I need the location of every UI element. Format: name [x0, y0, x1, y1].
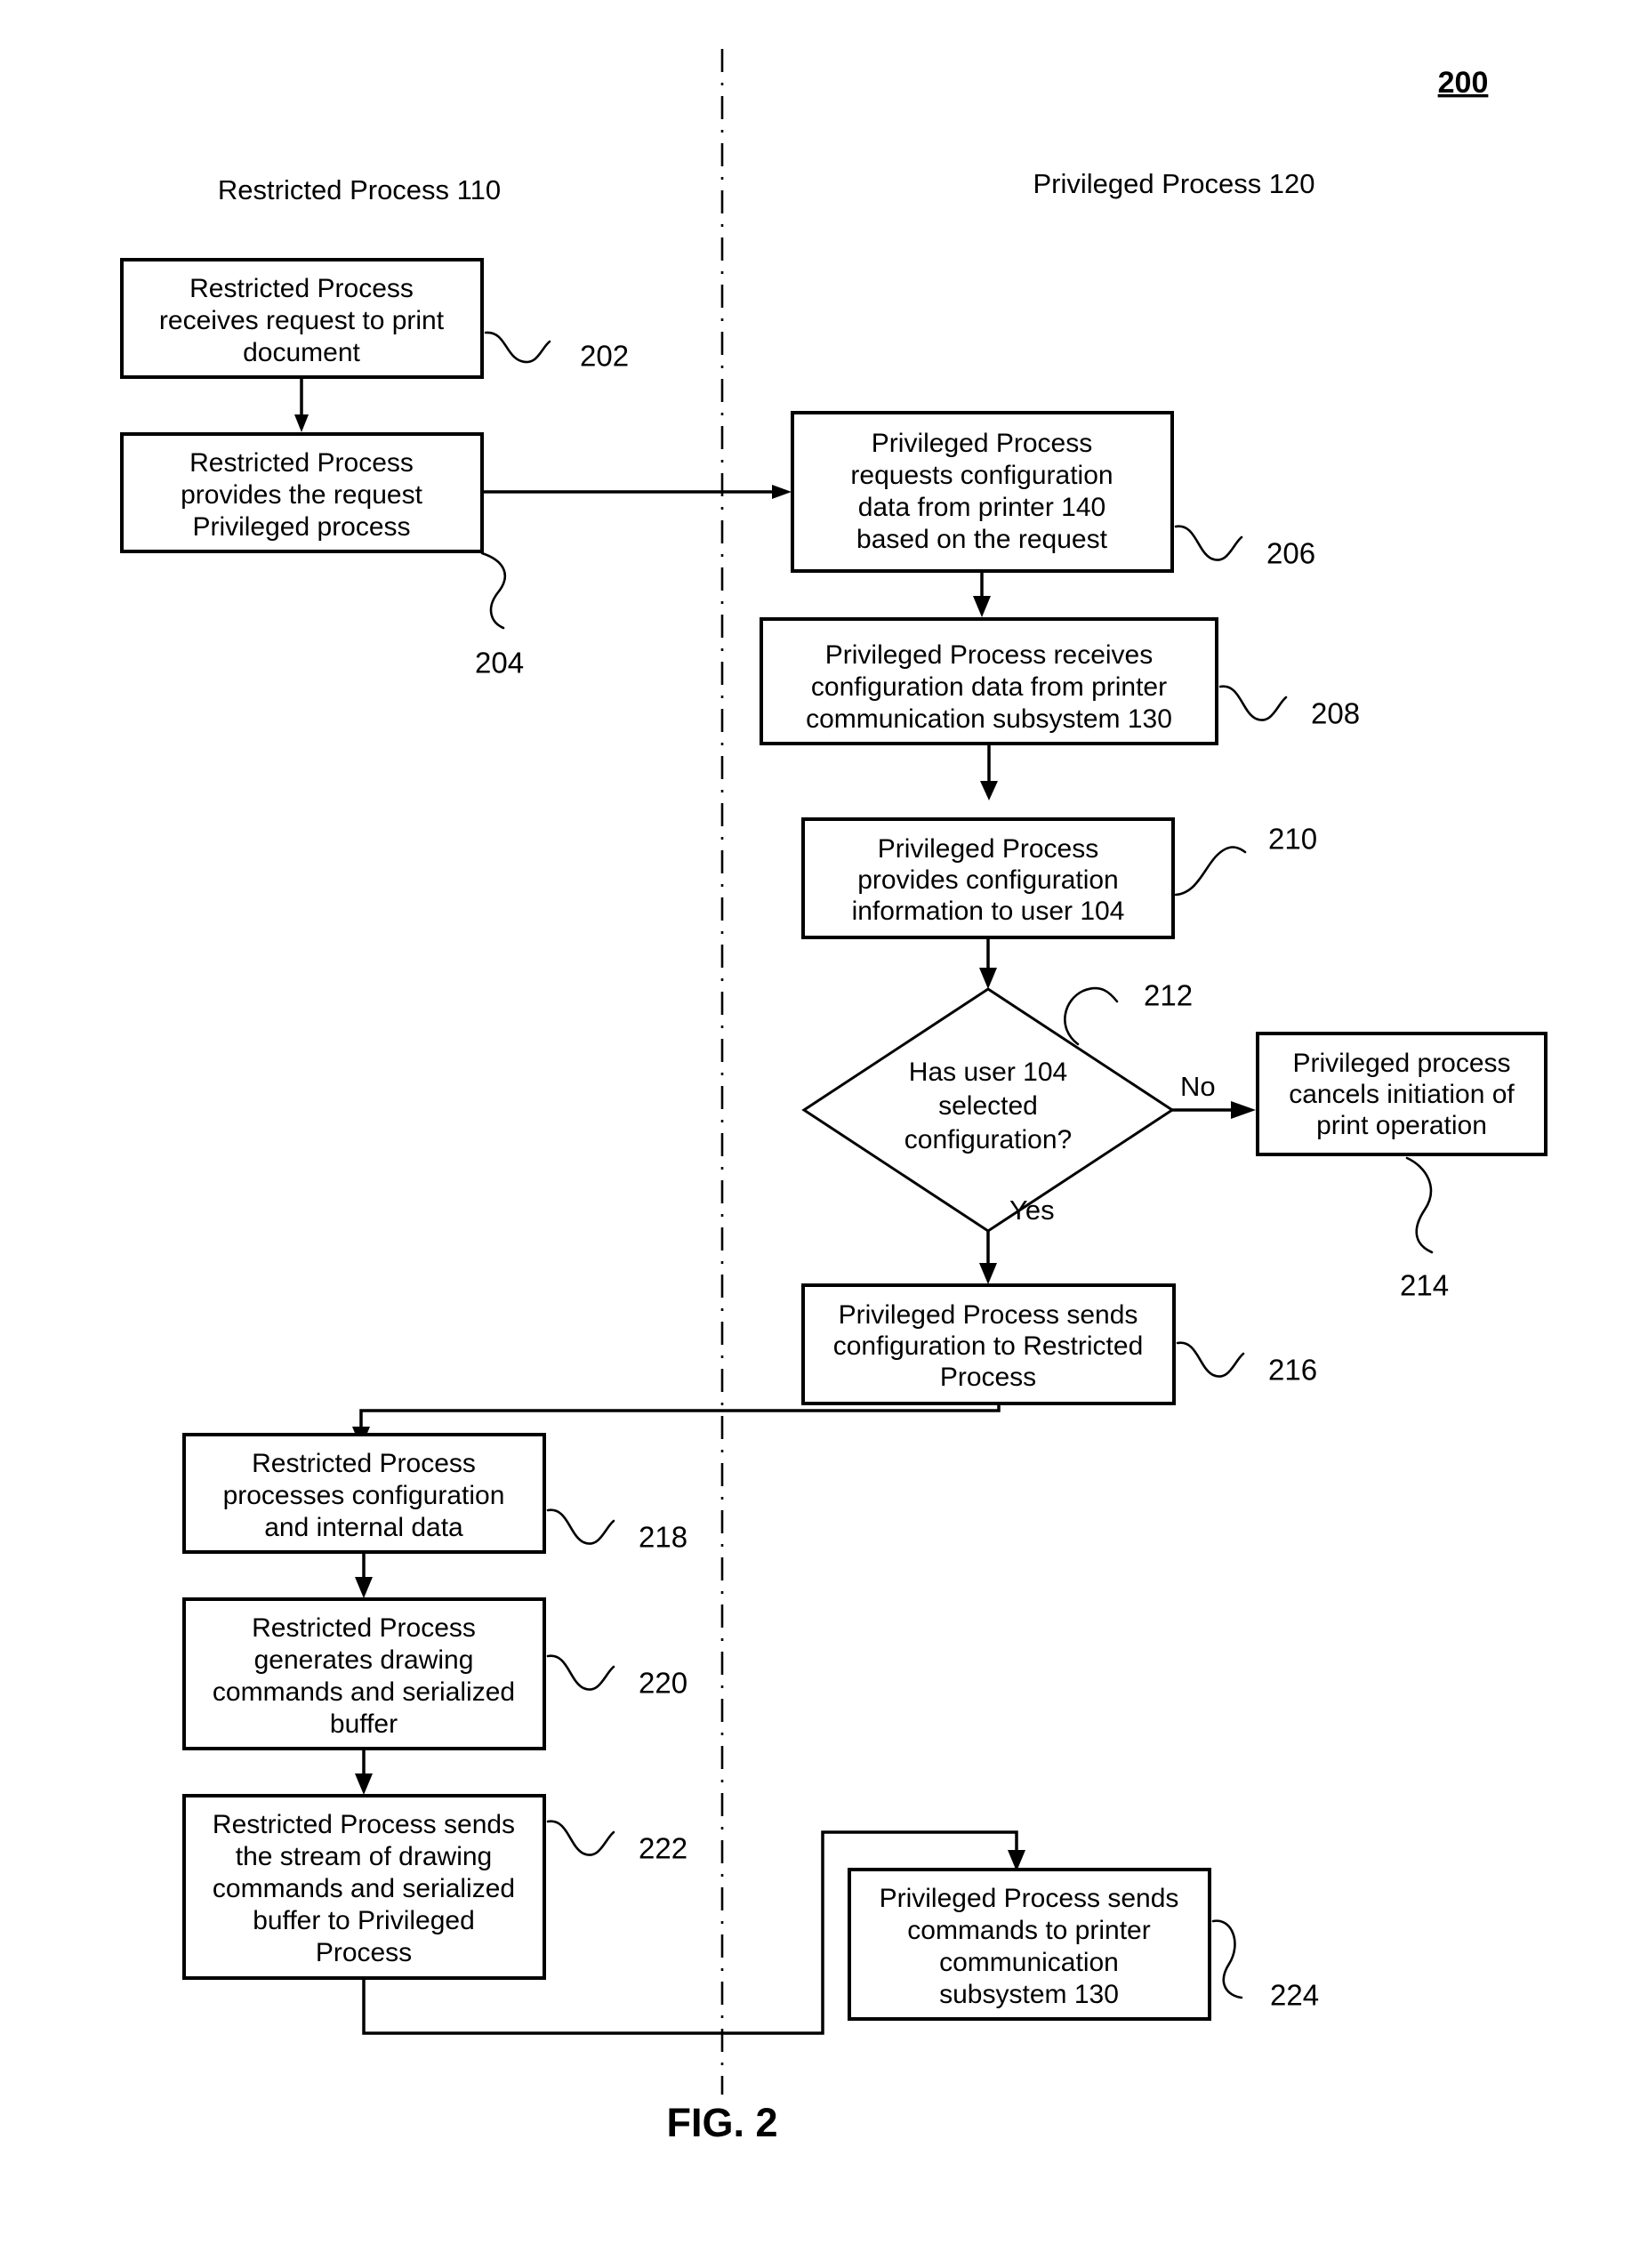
- node-218-line-1: Restricted Process: [252, 1449, 476, 1478]
- node-214-line-1: Privileged process: [1292, 1049, 1510, 1078]
- node-218-line-2: processes configuration: [223, 1481, 505, 1510]
- node-222-line-4: buffer to Privileged: [253, 1906, 475, 1935]
- leader-220: [546, 1654, 615, 1691]
- node-222-line-5: Process: [316, 1938, 412, 1967]
- node-206-line-3: data from printer 140: [858, 493, 1105, 522]
- ref-number-204: 204: [475, 647, 524, 680]
- node-222-line-1: Restricted Process sends: [213, 1810, 515, 1839]
- node-220-line-1: Restricted Process: [252, 1613, 476, 1643]
- node-212-line-1: Has user 104: [909, 1058, 1067, 1087]
- leader-212: [1064, 986, 1119, 1046]
- node-224[interactable]: Privileged Process sends commands to pri…: [848, 1868, 1211, 2021]
- node-210-line-1: Privileged Process: [878, 834, 1098, 864]
- node-220[interactable]: Restricted Process generates drawing com…: [182, 1597, 546, 1750]
- node-222-line-2: the stream of drawing: [236, 1842, 492, 1871]
- node-212[interactable]: Has user 104 selected configuration?: [801, 987, 1175, 1233]
- node-208-line-1: Privileged Process receives: [825, 640, 1153, 670]
- node-224-line-4: subsystem 130: [939, 1980, 1119, 2009]
- node-220-line-3: commands and serialized: [213, 1677, 515, 1707]
- connector-220-222: [355, 1749, 373, 1795]
- node-202-line-3: document: [243, 338, 360, 367]
- node-202[interactable]: Restricted Process receives request to p…: [120, 258, 484, 379]
- connector-208-210: [980, 744, 998, 800]
- ref-number-212: 212: [1144, 979, 1193, 1012]
- figure-number-label: 200: [1438, 66, 1489, 100]
- node-210-line-3: information to user 104: [852, 897, 1125, 926]
- node-208-line-2: configuration data from printer: [811, 672, 1167, 702]
- node-220-line-2: generates drawing: [254, 1645, 474, 1675]
- leader-202: [484, 331, 551, 364]
- node-206-line-1: Privileged Process: [872, 429, 1092, 458]
- node-214[interactable]: Privileged process cancels initiation of…: [1256, 1032, 1548, 1156]
- ref-number-202: 202: [580, 340, 629, 373]
- node-208-line-3: communication subsystem 130: [806, 704, 1172, 734]
- connector-206-208: [973, 571, 991, 617]
- connector-210-212: [979, 937, 997, 989]
- figure-canvas: 200 Restricted Process 110 Privileged Pr…: [0, 0, 1632, 2268]
- connector-218-220: [355, 1552, 373, 1598]
- node-204-line-3: Privileged process: [192, 512, 410, 542]
- node-202-line-2: receives request to print: [159, 306, 445, 335]
- node-204-line-1: Restricted Process: [189, 448, 414, 478]
- ref-number-216: 216: [1268, 1354, 1317, 1387]
- leader-218: [546, 1508, 615, 1545]
- node-206[interactable]: Privileged Process requests configuratio…: [791, 411, 1174, 573]
- ref-number-214: 214: [1400, 1269, 1449, 1302]
- ref-number-210: 210: [1268, 823, 1317, 856]
- node-216-line-3: Process: [940, 1363, 1036, 1392]
- leader-208: [1218, 685, 1288, 721]
- node-206-line-2: requests configuration: [850, 461, 1113, 490]
- ref-number-220: 220: [639, 1667, 687, 1700]
- node-218[interactable]: Restricted Process processes configurati…: [182, 1433, 546, 1554]
- connector-212-216-yes: [979, 1231, 997, 1284]
- flowchart-svg: 200 Restricted Process 110 Privileged Pr…: [120, 49, 1548, 2145]
- node-216-line-2: configuration to Restricted: [833, 1331, 1144, 1361]
- node-220-line-4: buffer: [330, 1709, 398, 1739]
- node-218-line-3: and internal data: [264, 1513, 463, 1542]
- leader-224: [1211, 1919, 1243, 1999]
- branch-label-yes: Yes: [1009, 1194, 1055, 1226]
- node-224-line-2: commands to printer: [907, 1916, 1150, 1945]
- leader-222: [546, 1820, 615, 1856]
- branch-label-no: No: [1180, 1071, 1216, 1102]
- node-222[interactable]: Restricted Process sends the stream of d…: [182, 1794, 546, 1980]
- ref-number-218: 218: [639, 1521, 687, 1554]
- node-204[interactable]: Restricted Process provides the request …: [120, 432, 484, 553]
- ref-number-224: 224: [1270, 1979, 1319, 2012]
- node-216-line-1: Privileged Process sends: [839, 1300, 1138, 1330]
- ref-number-206: 206: [1266, 537, 1315, 570]
- leader-216: [1176, 1341, 1245, 1378]
- connector-202-204: [294, 377, 309, 432]
- column-header-restricted: Restricted Process 110: [218, 174, 501, 205]
- node-222-line-3: commands and serialized: [213, 1874, 515, 1903]
- node-210-line-2: provides configuration: [857, 865, 1119, 895]
- leader-206: [1174, 525, 1243, 561]
- ref-number-222: 222: [639, 1832, 687, 1865]
- node-208[interactable]: Privileged Process receives configuratio…: [760, 617, 1218, 745]
- leader-210: [1174, 846, 1247, 897]
- leader-204: [480, 551, 507, 630]
- node-214-line-3: print operation: [1316, 1111, 1487, 1140]
- node-212-line-2: selected: [938, 1091, 1038, 1121]
- node-212-line-3: configuration?: [904, 1125, 1072, 1154]
- node-214-line-2: cancels initiation of: [1289, 1080, 1515, 1109]
- connector-204-206: [482, 485, 792, 499]
- node-224-line-1: Privileged Process sends: [880, 1884, 1179, 1913]
- node-202-line-1: Restricted Process: [189, 274, 414, 303]
- figure-caption: FIG. 2: [666, 2100, 777, 2145]
- connector-212-214-no: [1172, 1101, 1256, 1119]
- leader-214: [1405, 1156, 1434, 1254]
- node-210[interactable]: Privileged Process provides configuratio…: [801, 817, 1175, 939]
- node-206-line-4: based on the request: [856, 525, 1108, 554]
- node-204-line-2: provides the request: [181, 480, 422, 510]
- node-224-line-3: communication: [939, 1948, 1119, 1977]
- ref-number-208: 208: [1311, 697, 1360, 730]
- node-216[interactable]: Privileged Process sends configuration t…: [801, 1283, 1176, 1405]
- column-header-privileged: Privileged Process 120: [1033, 168, 1314, 199]
